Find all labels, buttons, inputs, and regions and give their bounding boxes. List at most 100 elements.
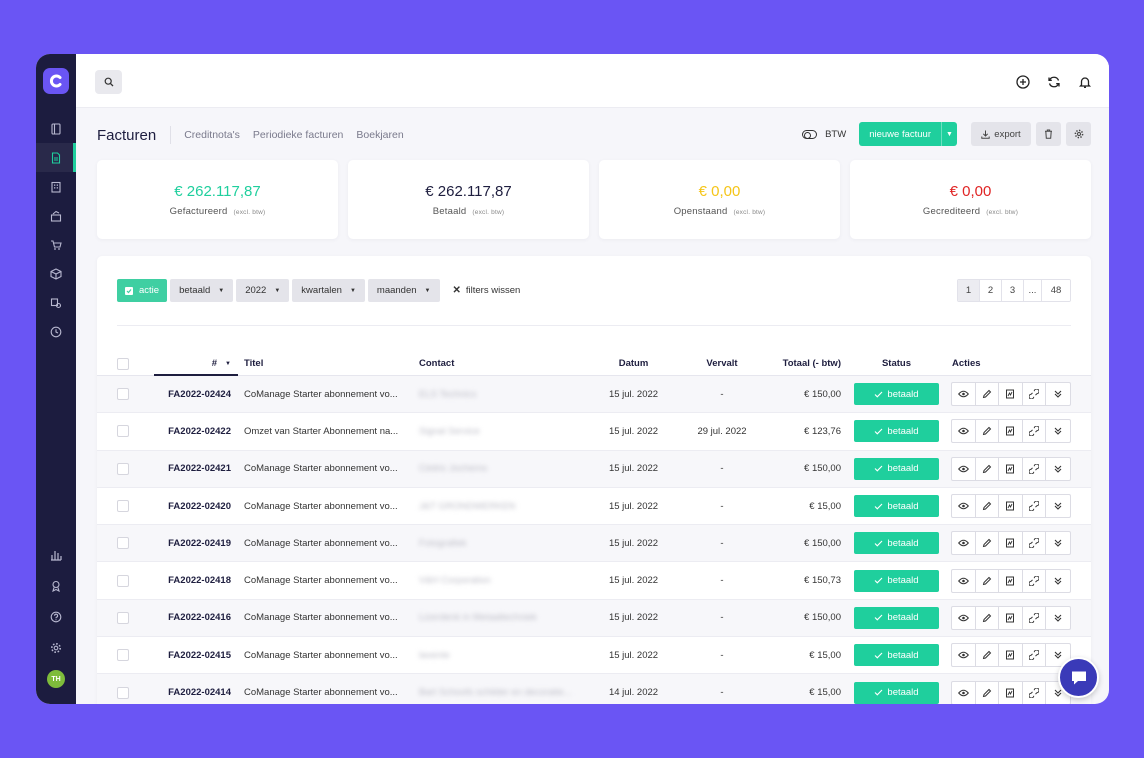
status-badge[interactable]: betaald [854, 457, 939, 480]
page-2[interactable]: 2 [980, 280, 1002, 301]
add-circle-icon[interactable] [1014, 73, 1031, 90]
sidebar-item-stats[interactable] [36, 539, 76, 570]
pencil-icon[interactable] [976, 532, 1000, 555]
invoice-contact[interactable]: Cédric Jochems [419, 451, 589, 487]
invoice-number[interactable]: FA2022-02422 [155, 413, 231, 449]
sidebar-item-book[interactable] [36, 114, 76, 143]
filter-year-dropdown[interactable]: 2022 ▼ [236, 279, 290, 302]
bell-icon[interactable] [1076, 73, 1093, 90]
filter-status-dropdown[interactable]: betaald ▼ [170, 279, 234, 302]
eye-icon[interactable] [952, 383, 976, 406]
filter-quarter-dropdown[interactable]: kwartalen ▼ [292, 279, 365, 302]
pencil-icon[interactable] [976, 420, 1000, 443]
pencil-icon[interactable] [976, 569, 1000, 592]
pdf-icon[interactable] [999, 681, 1023, 704]
status-badge[interactable]: betaald [854, 383, 939, 406]
column-status[interactable]: Status [854, 352, 939, 375]
chevron-double-down-icon[interactable] [1046, 458, 1070, 480]
table-row[interactable]: FA2022-02414 CoManage Starter abonnement … [97, 674, 1091, 704]
btw-toggle[interactable]: BTW [802, 129, 846, 140]
sidebar-item-team[interactable] [36, 570, 76, 601]
eye-icon[interactable] [952, 569, 976, 592]
table-row[interactable]: FA2022-02416 CoManage Starter abonnement … [97, 599, 1091, 638]
select-all-checkbox[interactable] [117, 357, 129, 370]
eye-icon[interactable] [952, 532, 976, 555]
pencil-icon[interactable] [976, 383, 1000, 406]
sidebar-item-purchases[interactable] [36, 230, 76, 259]
row-checkbox[interactable] [117, 649, 129, 662]
table-row[interactable]: FA2022-02421 CoManage Starter abonnement … [97, 450, 1091, 488]
clear-filters-button[interactable]: ✕ filters wissen [453, 285, 521, 296]
status-badge[interactable]: betaald [854, 569, 939, 592]
pdf-icon[interactable] [999, 569, 1023, 592]
invoice-number[interactable]: FA2022-02414 [155, 674, 231, 704]
table-row[interactable]: FA2022-02415 CoManage Starter abonnement … [97, 637, 1091, 675]
invoice-number[interactable]: FA2022-02416 [155, 600, 231, 636]
status-badge[interactable]: betaald [854, 606, 939, 629]
link-icon[interactable] [1023, 532, 1047, 555]
search-button[interactable] [95, 70, 122, 94]
chevron-double-down-icon[interactable] [1046, 420, 1070, 442]
eye-icon[interactable] [952, 644, 976, 667]
invoice-contact[interactable]: ELS Technics [419, 376, 589, 412]
sidebar-item-invoices[interactable] [36, 143, 76, 172]
status-badge[interactable]: betaald [854, 532, 939, 555]
chevron-double-down-icon[interactable] [1046, 495, 1070, 517]
row-checkbox[interactable] [117, 462, 129, 475]
table-row[interactable]: FA2022-02420 CoManage Starter abonnement … [97, 488, 1091, 526]
sidebar-item-companies[interactable] [36, 172, 76, 201]
link-icon[interactable] [1023, 606, 1047, 629]
table-row[interactable]: FA2022-02419 CoManage Starter abonnement … [97, 525, 1091, 563]
delete-button[interactable] [1036, 122, 1061, 146]
app-logo[interactable] [43, 68, 69, 94]
row-checkbox[interactable] [117, 425, 129, 438]
page-1[interactable]: 1 [958, 280, 980, 301]
sidebar-item-time[interactable] [36, 317, 76, 346]
invoice-contact[interactable]: Signal Service [419, 413, 589, 449]
sidebar-item-help[interactable] [36, 601, 76, 632]
invoice-contact[interactable]: Bart Schoofs schilder en decoratie... [419, 674, 589, 704]
invoice-contact[interactable]: Fotografiek [419, 525, 589, 561]
pencil-icon[interactable] [976, 681, 1000, 704]
invoice-contact[interactable]: Lizerdenk in Metaaltechniek [419, 600, 589, 636]
sidebar-item-products[interactable] [36, 259, 76, 288]
column-date[interactable]: Datum [597, 352, 670, 375]
status-badge[interactable]: betaald [854, 420, 939, 443]
new-invoice-button[interactable]: nieuwe factuur ▼ [859, 122, 957, 146]
row-checkbox[interactable] [117, 537, 129, 550]
caret-down-icon[interactable]: ▼ [941, 122, 957, 146]
invoice-contact[interactable]: V&H Corporation [419, 562, 589, 598]
row-checkbox[interactable] [117, 388, 129, 401]
status-badge[interactable]: betaald [854, 644, 939, 667]
column-title[interactable]: Titel [244, 352, 412, 375]
tab-boekjaren[interactable]: Boekjaren [356, 129, 403, 141]
table-row[interactable]: FA2022-02418 CoManage Starter abonnement … [97, 562, 1091, 600]
page-last[interactable]: 48 [1042, 280, 1070, 301]
chevron-double-down-icon[interactable] [1046, 383, 1070, 405]
pdf-icon[interactable] [999, 532, 1023, 555]
filter-actie[interactable]: actie [117, 279, 168, 302]
invoice-number[interactable]: FA2022-02424 [155, 376, 231, 412]
link-icon[interactable] [1023, 569, 1047, 592]
chat-button[interactable] [1058, 657, 1099, 698]
eye-icon[interactable] [952, 420, 976, 443]
link-icon[interactable] [1023, 383, 1047, 406]
link-icon[interactable] [1023, 457, 1047, 480]
pencil-icon[interactable] [976, 644, 1000, 667]
column-number[interactable]: # ▼ [155, 352, 231, 375]
invoice-number[interactable]: FA2022-02418 [155, 562, 231, 598]
pdf-icon[interactable] [999, 606, 1023, 629]
invoice-contact[interactable]: lavente [419, 637, 589, 673]
filter-month-dropdown[interactable]: maanden ▼ [367, 279, 440, 302]
chevron-double-down-icon[interactable] [1046, 607, 1070, 629]
invoice-number[interactable]: FA2022-02420 [155, 488, 231, 524]
eye-icon[interactable] [952, 681, 976, 704]
export-button[interactable]: export [971, 122, 1031, 146]
sidebar-item-sales[interactable] [36, 201, 76, 230]
chevron-double-down-icon[interactable] [1046, 532, 1070, 554]
pdf-icon[interactable] [999, 495, 1023, 518]
row-checkbox[interactable] [117, 574, 129, 587]
eye-icon[interactable] [952, 606, 976, 629]
pencil-icon[interactable] [976, 606, 1000, 629]
pdf-icon[interactable] [999, 383, 1023, 406]
